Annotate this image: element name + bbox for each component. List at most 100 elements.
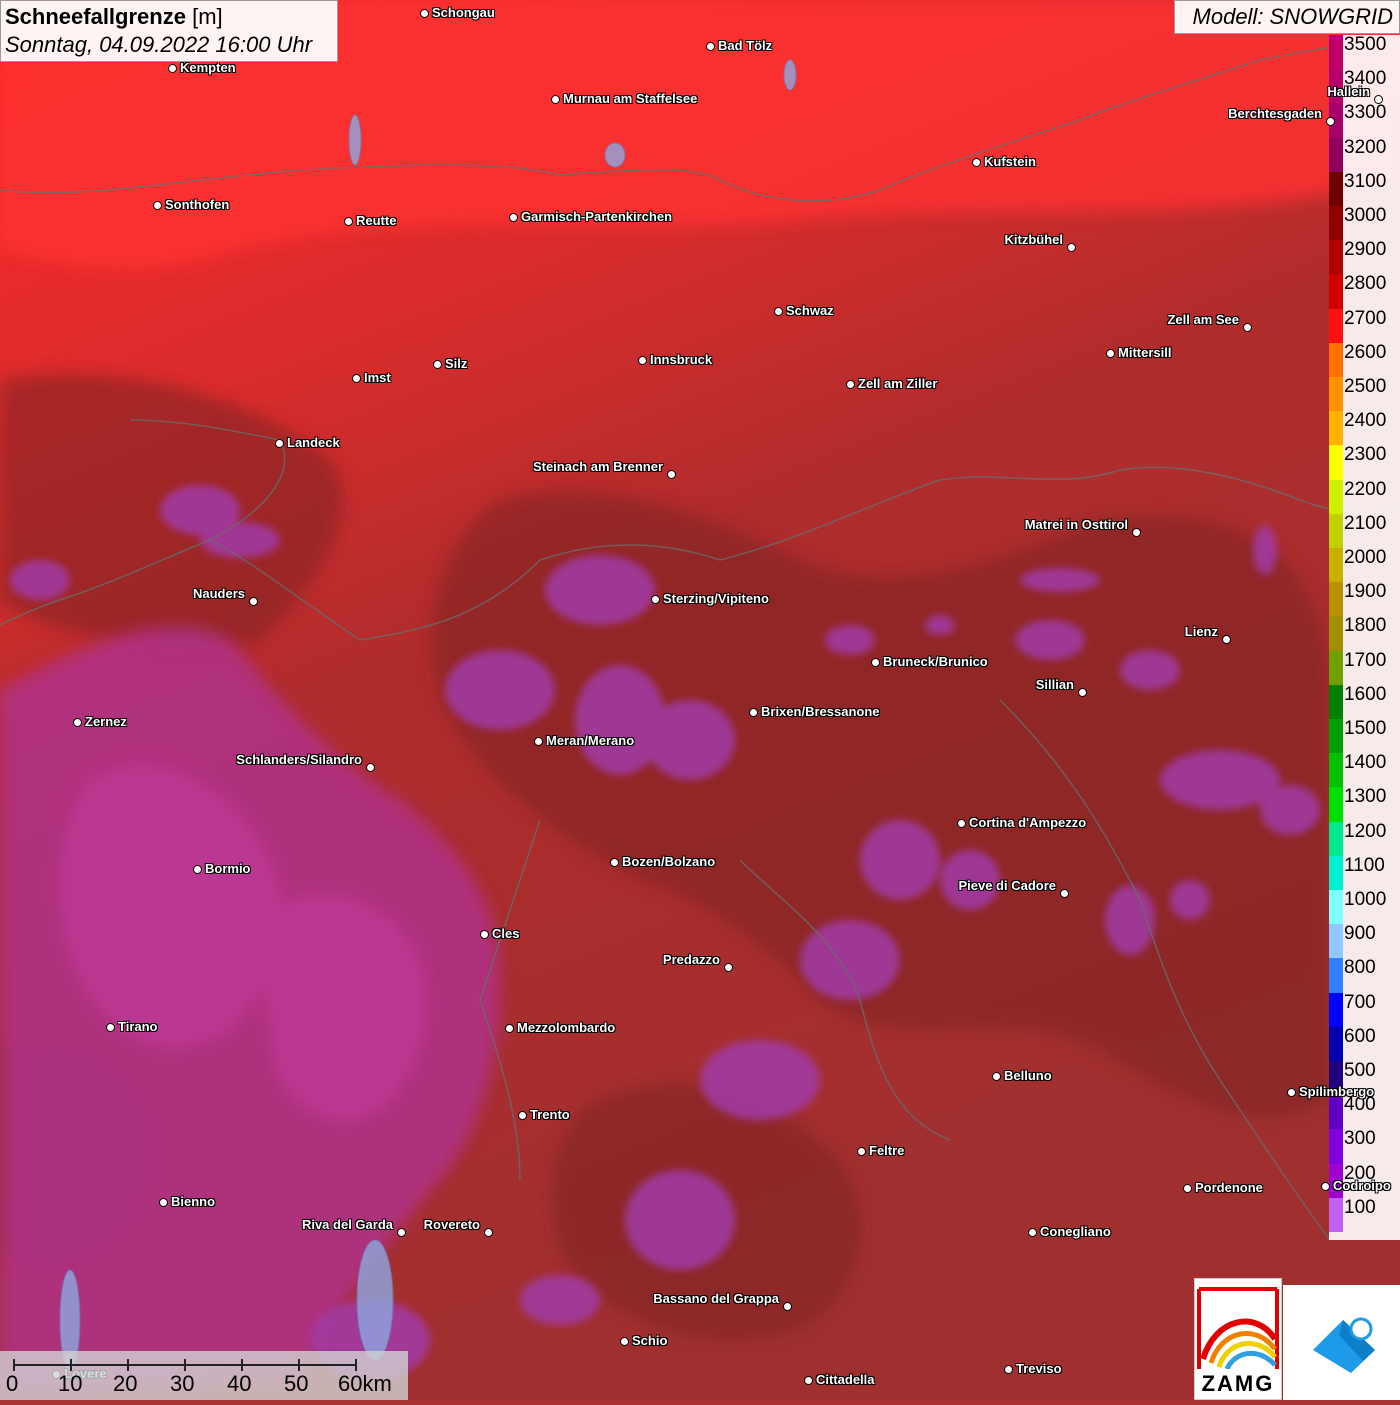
city-label: Schongau	[432, 5, 495, 20]
legend-label: 300	[1344, 1128, 1376, 1150]
city-marker	[1374, 95, 1383, 104]
legend-swatch	[1329, 992, 1343, 1028]
city-marker	[551, 95, 560, 104]
legend-label: 100	[1344, 1196, 1376, 1218]
legend-label: 2400	[1344, 410, 1387, 432]
legend-label: 3500	[1344, 34, 1387, 55]
legend-label: 3000	[1344, 205, 1387, 226]
legend-label: 1000	[1344, 889, 1387, 910]
legend-label: 2500	[1344, 376, 1387, 397]
city-label: Mittersill	[1118, 345, 1172, 360]
rainbow-icon	[1197, 1287, 1279, 1371]
city-label: Cles	[492, 926, 520, 941]
legend-label: 1500	[1344, 718, 1387, 739]
legend-color-bar	[1329, 35, 1343, 1233]
legend-swatch	[1329, 650, 1343, 686]
city-marker	[420, 9, 429, 18]
legend-swatch	[1329, 206, 1343, 241]
city-marker	[957, 819, 966, 828]
legend-swatch	[1329, 411, 1343, 446]
scale-label: 60km	[338, 1371, 392, 1396]
city-label: Imst	[364, 370, 391, 385]
city-label: Murnau am Staffelsee	[563, 91, 698, 106]
legend-swatch	[1329, 308, 1343, 344]
legend-swatch	[1329, 787, 1343, 823]
city-marker	[168, 64, 177, 73]
city-marker	[774, 307, 783, 316]
legend-swatch	[1329, 513, 1343, 549]
city-marker	[73, 718, 82, 727]
city-label: Lienz	[1184, 624, 1218, 639]
city-label: Schlanders/Silandro	[236, 752, 362, 767]
city-marker	[1004, 1365, 1013, 1374]
city-marker	[1132, 528, 1141, 537]
legend-label: 2000	[1344, 547, 1387, 568]
title-main: Schneefallgrenze	[5, 4, 186, 29]
legend-swatch	[1329, 137, 1343, 173]
legend-swatch	[1329, 1197, 1343, 1233]
legend-swatch	[1329, 890, 1343, 925]
scale-label: 30	[170, 1371, 195, 1396]
city-label: Garmisch-Partenkirchen	[521, 209, 673, 224]
city-marker	[106, 1023, 115, 1032]
city-marker	[783, 1302, 792, 1311]
scale-label: 0	[6, 1371, 19, 1396]
city-label: Belluno	[1004, 1068, 1052, 1083]
city-label: Matrei in Osttirol	[1024, 517, 1128, 532]
city-marker	[638, 356, 647, 365]
city-marker	[159, 1198, 168, 1207]
scale-label: 20	[113, 1371, 138, 1396]
city-label: Innsbruck	[650, 352, 713, 367]
city-label: Bormio	[205, 861, 251, 876]
city-label: Schio	[632, 1333, 668, 1348]
scale-label: 10	[58, 1371, 83, 1396]
city-marker	[651, 595, 660, 604]
scale-label: 40	[227, 1371, 252, 1396]
city-label: Rovereto	[423, 1217, 480, 1232]
scale-bar: 0 10 20 30 40 50 60km	[0, 1351, 408, 1400]
city-marker	[352, 374, 361, 383]
model-label: Modell: SNOWGRID	[1174, 0, 1400, 34]
legend-label: 1800	[1344, 615, 1387, 637]
city-marker	[484, 1228, 493, 1237]
legend-swatch	[1329, 548, 1343, 583]
city-marker	[857, 1147, 866, 1156]
city-marker	[275, 439, 284, 448]
city-marker	[153, 201, 162, 210]
city-label: Zell am Ziller	[858, 376, 938, 391]
map-timestamp: Sonntag, 04.09.2022 16:00 Uhr	[5, 32, 313, 57]
city-marker	[1078, 688, 1087, 697]
city-label: Codroipo	[1333, 1178, 1391, 1193]
city-marker	[992, 1072, 1001, 1081]
legend-label: 2800	[1344, 273, 1387, 295]
city-marker	[871, 658, 880, 667]
mountain-cloud-icon	[1313, 1317, 1375, 1373]
city-label: Cittadella	[816, 1372, 875, 1387]
city-label: Tirano	[118, 1019, 158, 1034]
legend-swatch	[1329, 1026, 1343, 1062]
city-marker	[505, 1024, 514, 1033]
city-label: Landeck	[287, 435, 340, 450]
city-label: Zell am See	[1167, 312, 1239, 327]
city-marker	[846, 380, 855, 389]
legend-swatch	[1329, 1095, 1343, 1130]
legend-swatch	[1329, 171, 1343, 207]
legend-label: 2200	[1344, 478, 1387, 500]
map-title: Schneefallgrenze [m] Sonntag, 04.09.2022…	[0, 0, 338, 62]
legend-label: 1100	[1344, 854, 1385, 876]
city-label: Steinach am Brenner	[532, 459, 663, 474]
city-label: Meran/Merano	[546, 733, 635, 748]
zamg-text: ZAMG	[1201, 1371, 1275, 1396]
legend-label: 1300	[1344, 786, 1387, 808]
legend-label: 3300	[1344, 102, 1387, 124]
legend-swatch	[1329, 479, 1343, 515]
legend-swatch	[1329, 855, 1343, 891]
legend-label: 900	[1344, 923, 1376, 945]
city-marker	[366, 763, 375, 772]
city-label: Kempten	[180, 60, 236, 75]
city-label: Spilimbergo	[1299, 1084, 1375, 1099]
city-marker	[1106, 349, 1115, 358]
city-marker	[724, 963, 733, 972]
legend-swatch	[1329, 1129, 1343, 1165]
legend-label: 500	[1344, 1060, 1376, 1081]
